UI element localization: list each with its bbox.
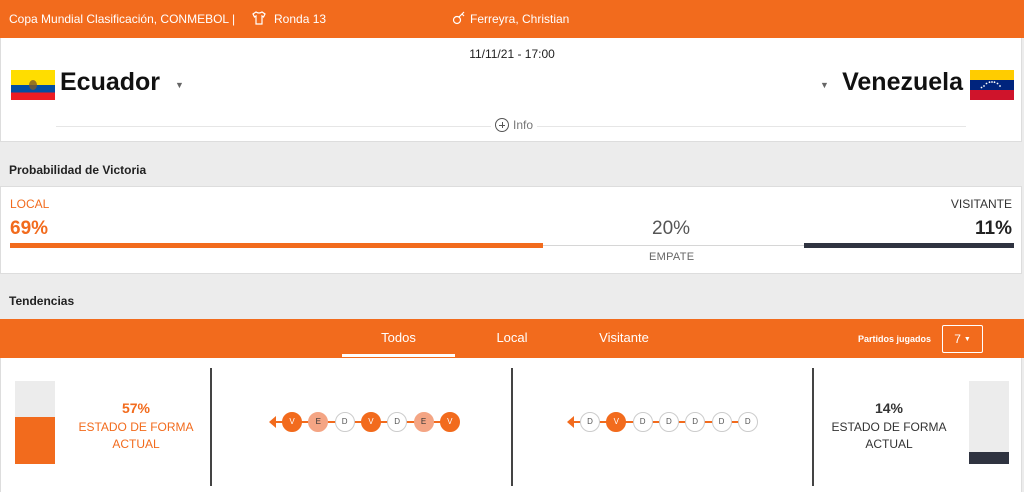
home-form-meter <box>15 381 55 464</box>
home-result-1[interactable]: V <box>282 412 302 432</box>
referee-name[interactable]: Ferreyra, Christian <box>470 12 569 26</box>
trends-panel: 57% ESTADO DE FORMA ACTUAL VEDVDEV DVDDD… <box>0 358 1022 492</box>
away-team-name[interactable]: Venezuela <box>842 68 963 97</box>
local-label: LOCAL <box>10 197 50 211</box>
column-divider <box>812 368 814 486</box>
local-percentage: 69% <box>10 218 49 239</box>
matches-played-value: 7 <box>954 332 961 346</box>
away-result-4[interactable]: D <box>658 412 679 432</box>
arrow-left-icon <box>567 416 574 428</box>
column-divider <box>210 368 212 486</box>
home-result-4[interactable]: V <box>360 412 381 432</box>
away-result-2[interactable]: V <box>606 412 627 432</box>
ecuador-flag <box>11 70 55 100</box>
away-form-label: ESTADO DE FORMA ACTUAL <box>819 419 959 453</box>
home-form-label-line2: ACTUAL <box>112 437 160 451</box>
trends-tabs: Todos Local Visitante Partidos jugados 7… <box>0 319 1024 358</box>
shirt-icon <box>252 11 266 25</box>
trends-title: Tendencias <box>9 294 75 308</box>
draw-percentage: 20% <box>652 218 691 239</box>
arrow-left-icon <box>269 416 276 428</box>
matches-played-label: Partidos jugados <box>858 334 932 344</box>
home-result-3[interactable]: D <box>334 412 355 432</box>
win-probability-title: Probabilidad de Victoria <box>9 163 147 177</box>
competition-name[interactable]: Copa Mundial Clasificación, CONMEBOL | <box>9 12 235 26</box>
home-team-name[interactable]: Ecuador <box>60 68 160 97</box>
info-button[interactable]: Info <box>491 118 538 132</box>
away-results-strip: DVDDDDD <box>567 412 767 432</box>
away-result-1[interactable]: D <box>580 412 600 432</box>
tab-local[interactable]: Local <box>470 330 554 345</box>
away-form-meter-fill <box>969 452 1009 464</box>
home-results-strip: VEDVDEV <box>269 412 469 432</box>
competition-bar: Copa Mundial Clasificación, CONMEBOL | R… <box>0 0 1024 38</box>
draw-label: EMPATE <box>649 251 695 263</box>
home-form-meter-fill <box>15 416 55 464</box>
home-result-2[interactable]: E <box>308 412 329 432</box>
away-percentage: 11% <box>975 218 1012 239</box>
chevron-down-icon: ▼ <box>963 335 971 343</box>
info-label: Info <box>513 118 534 132</box>
match-datetime: 11/11/21 - 17:00 <box>469 47 555 61</box>
home-form-label: ESTADO DE FORMA ACTUAL <box>66 419 206 453</box>
away-form-label-line2: ACTUAL <box>865 437 913 451</box>
home-form-label-line1: ESTADO DE FORMA <box>78 420 194 434</box>
home-form-percentage: 57% <box>121 400 151 416</box>
away-probability-bar <box>804 243 1014 248</box>
tab-visitante[interactable]: Visitante <box>582 330 666 345</box>
column-divider <box>511 368 513 486</box>
match-header: 11/11/21 - 17:00 Ecuador ▼ ▼ Venezuela I… <box>0 38 1022 142</box>
whistle-icon <box>452 11 465 25</box>
away-label: VISITANTE <box>950 197 1012 211</box>
win-probability-panel: LOCAL 69% 20% VISITANTE 11% EMPATE <box>0 186 1022 274</box>
venezuela-flag <box>970 70 1014 100</box>
away-team-chevron-down-icon[interactable]: ▼ <box>820 80 829 90</box>
active-tab-indicator <box>342 354 455 357</box>
away-result-3[interactable]: D <box>632 412 653 432</box>
away-form-label-line1: ESTADO DE FORMA <box>831 420 947 434</box>
away-result-5[interactable]: D <box>685 412 706 432</box>
away-form-meter <box>969 381 1009 464</box>
round-label: Ronda 13 <box>274 12 327 26</box>
plus-circle-icon <box>495 118 509 132</box>
away-form-percentage: 14% <box>874 400 904 416</box>
home-result-6[interactable]: E <box>413 412 434 432</box>
matches-played-select[interactable]: 7 ▼ <box>942 325 983 353</box>
home-result-5[interactable]: D <box>387 412 408 432</box>
away-result-6[interactable]: D <box>711 412 732 432</box>
home-result-7[interactable]: V <box>439 412 460 432</box>
tab-todos[interactable]: Todos <box>342 330 455 345</box>
away-result-7[interactable]: D <box>737 412 758 432</box>
home-team-chevron-down-icon[interactable]: ▼ <box>175 80 184 90</box>
local-probability-bar <box>10 243 543 248</box>
